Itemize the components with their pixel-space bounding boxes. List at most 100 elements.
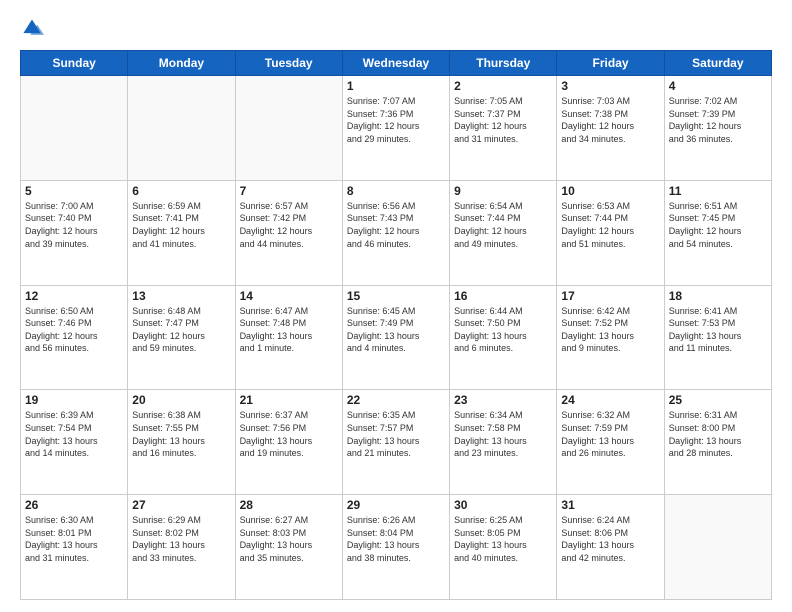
day-number: 16 [454,289,552,303]
logo-icon [20,16,44,40]
calendar-cell: 21 Sunrise: 6:37 AM Sunset: 7:56 PM Dayli… [235,390,342,495]
calendar-cell: 15 Sunrise: 6:45 AM Sunset: 7:49 PM Dayli… [342,285,449,390]
calendar-cell: 14 Sunrise: 6:47 AM Sunset: 7:48 PM Dayli… [235,285,342,390]
day-number: 1 [347,79,445,93]
calendar-cell [664,495,771,600]
calendar-cell: 10 Sunrise: 6:53 AM Sunset: 7:44 PM Dayli… [557,180,664,285]
day-number: 23 [454,393,552,407]
calendar-cell: 20Sunrise: 6:38 AM Sunset: 7:55 PM Dayli… [128,390,235,495]
day-info: Sunrise: 7:00 AM Sunset: 7:40 PM Dayligh… [25,200,123,250]
day-info: Sunrise: 6:56 AM Sunset: 7:43 PM Dayligh… [347,200,445,250]
header [20,16,772,40]
calendar-cell: 8 Sunrise: 6:56 AM Sunset: 7:43 PM Daylig… [342,180,449,285]
day-info: Sunrise: 6:34 AM Sunset: 7:58 PM Dayligh… [454,409,552,459]
calendar-cell [235,76,342,181]
weekday-header-tuesday: Tuesday [235,51,342,76]
calendar-cell: 30Sunrise: 6:25 AM Sunset: 8:05 PM Dayli… [450,495,557,600]
day-number: 14 [240,289,338,303]
week-row-2: 5 Sunrise: 7:00 AM Sunset: 7:40 PM Daylig… [21,180,772,285]
day-number: 15 [347,289,445,303]
calendar-cell: 22Sunrise: 6:35 AM Sunset: 7:57 PM Dayli… [342,390,449,495]
calendar-cell: 16 Sunrise: 6:44 AM Sunset: 7:50 PM Dayli… [450,285,557,390]
weekday-header-sunday: Sunday [21,51,128,76]
weekday-header-saturday: Saturday [664,51,771,76]
weekday-header-monday: Monday [128,51,235,76]
day-info: Sunrise: 6:31 AM Sunset: 8:00 PM Dayligh… [669,409,767,459]
day-number: 10 [561,184,659,198]
logo [20,16,48,40]
day-info: Sunrise: 6:50 AM Sunset: 7:46 PM Dayligh… [25,305,123,355]
calendar-cell: 13 Sunrise: 6:48 AM Sunset: 7:47 PM Dayli… [128,285,235,390]
day-info: Sunrise: 6:54 AM Sunset: 7:44 PM Dayligh… [454,200,552,250]
day-number: 28 [240,498,338,512]
day-number: 26 [25,498,123,512]
calendar-cell: 3 Sunrise: 7:03 AM Sunset: 7:38 PM Daylig… [557,76,664,181]
day-info: Sunrise: 6:41 AM Sunset: 7:53 PM Dayligh… [669,305,767,355]
day-number: 18 [669,289,767,303]
calendar-cell: 24Sunrise: 6:32 AM Sunset: 7:59 PM Dayli… [557,390,664,495]
page: SundayMondayTuesdayWednesdayThursdayFrid… [0,0,792,612]
day-number: 2 [454,79,552,93]
day-info: Sunrise: 6:53 AM Sunset: 7:44 PM Dayligh… [561,200,659,250]
day-number: 12 [25,289,123,303]
calendar-cell [128,76,235,181]
day-info: Sunrise: 7:02 AM Sunset: 7:39 PM Dayligh… [669,95,767,145]
day-number: 24 [561,393,659,407]
calendar-cell: 23 Sunrise: 6:34 AM Sunset: 7:58 PM Dayli… [450,390,557,495]
calendar-cell: 19 Sunrise: 6:39 AM Sunset: 7:54 PM Dayli… [21,390,128,495]
weekday-header-row: SundayMondayTuesdayWednesdayThursdayFrid… [21,51,772,76]
day-number: 11 [669,184,767,198]
calendar-cell: 7 Sunrise: 6:57 AM Sunset: 7:42 PM Daylig… [235,180,342,285]
day-info: Sunrise: 6:38 AM Sunset: 7:55 PM Dayligh… [132,409,230,459]
day-number: 6 [132,184,230,198]
day-info: Sunrise: 6:24 AM Sunset: 8:06 PM Dayligh… [561,514,659,564]
day-number: 5 [25,184,123,198]
calendar-cell: 29 Sunrise: 6:26 AM Sunset: 8:04 PM Dayli… [342,495,449,600]
calendar-cell: 25Sunrise: 6:31 AM Sunset: 8:00 PM Dayli… [664,390,771,495]
day-info: Sunrise: 6:44 AM Sunset: 7:50 PM Dayligh… [454,305,552,355]
week-row-3: 12 Sunrise: 6:50 AM Sunset: 7:46 PM Dayli… [21,285,772,390]
day-info: Sunrise: 6:30 AM Sunset: 8:01 PM Dayligh… [25,514,123,564]
calendar-cell: 17Sunrise: 6:42 AM Sunset: 7:52 PM Dayli… [557,285,664,390]
calendar-cell: 27 Sunrise: 6:29 AM Sunset: 8:02 PM Dayli… [128,495,235,600]
weekday-header-thursday: Thursday [450,51,557,76]
calendar-table: SundayMondayTuesdayWednesdayThursdayFrid… [20,50,772,600]
day-number: 3 [561,79,659,93]
day-number: 8 [347,184,445,198]
calendar-cell: 11 Sunrise: 6:51 AM Sunset: 7:45 PM Dayli… [664,180,771,285]
weekday-header-wednesday: Wednesday [342,51,449,76]
day-number: 17 [561,289,659,303]
calendar-cell: 5 Sunrise: 7:00 AM Sunset: 7:40 PM Daylig… [21,180,128,285]
week-row-1: 1 Sunrise: 7:07 AM Sunset: 7:36 PM Daylig… [21,76,772,181]
day-info: Sunrise: 6:37 AM Sunset: 7:56 PM Dayligh… [240,409,338,459]
day-number: 7 [240,184,338,198]
calendar-cell: 4 Sunrise: 7:02 AM Sunset: 7:39 PM Daylig… [664,76,771,181]
day-info: Sunrise: 6:48 AM Sunset: 7:47 PM Dayligh… [132,305,230,355]
day-number: 29 [347,498,445,512]
day-number: 19 [25,393,123,407]
day-info: Sunrise: 7:07 AM Sunset: 7:36 PM Dayligh… [347,95,445,145]
day-info: Sunrise: 7:03 AM Sunset: 7:38 PM Dayligh… [561,95,659,145]
day-number: 27 [132,498,230,512]
day-info: Sunrise: 6:29 AM Sunset: 8:02 PM Dayligh… [132,514,230,564]
calendar-cell: 26 Sunrise: 6:30 AM Sunset: 8:01 PM Dayli… [21,495,128,600]
calendar-cell: 1 Sunrise: 7:07 AM Sunset: 7:36 PM Daylig… [342,76,449,181]
day-info: Sunrise: 6:45 AM Sunset: 7:49 PM Dayligh… [347,305,445,355]
day-info: Sunrise: 6:51 AM Sunset: 7:45 PM Dayligh… [669,200,767,250]
day-info: Sunrise: 6:57 AM Sunset: 7:42 PM Dayligh… [240,200,338,250]
day-info: Sunrise: 6:27 AM Sunset: 8:03 PM Dayligh… [240,514,338,564]
calendar-cell: 12 Sunrise: 6:50 AM Sunset: 7:46 PM Dayli… [21,285,128,390]
day-info: Sunrise: 6:47 AM Sunset: 7:48 PM Dayligh… [240,305,338,355]
day-number: 31 [561,498,659,512]
day-info: Sunrise: 6:26 AM Sunset: 8:04 PM Dayligh… [347,514,445,564]
day-number: 4 [669,79,767,93]
calendar-cell [21,76,128,181]
calendar-cell: 2 Sunrise: 7:05 AM Sunset: 7:37 PM Daylig… [450,76,557,181]
day-number: 13 [132,289,230,303]
day-number: 21 [240,393,338,407]
day-info: Sunrise: 6:39 AM Sunset: 7:54 PM Dayligh… [25,409,123,459]
calendar-cell: 6Sunrise: 6:59 AM Sunset: 7:41 PM Daylig… [128,180,235,285]
day-info: Sunrise: 7:05 AM Sunset: 7:37 PM Dayligh… [454,95,552,145]
day-number: 22 [347,393,445,407]
day-info: Sunrise: 6:25 AM Sunset: 8:05 PM Dayligh… [454,514,552,564]
